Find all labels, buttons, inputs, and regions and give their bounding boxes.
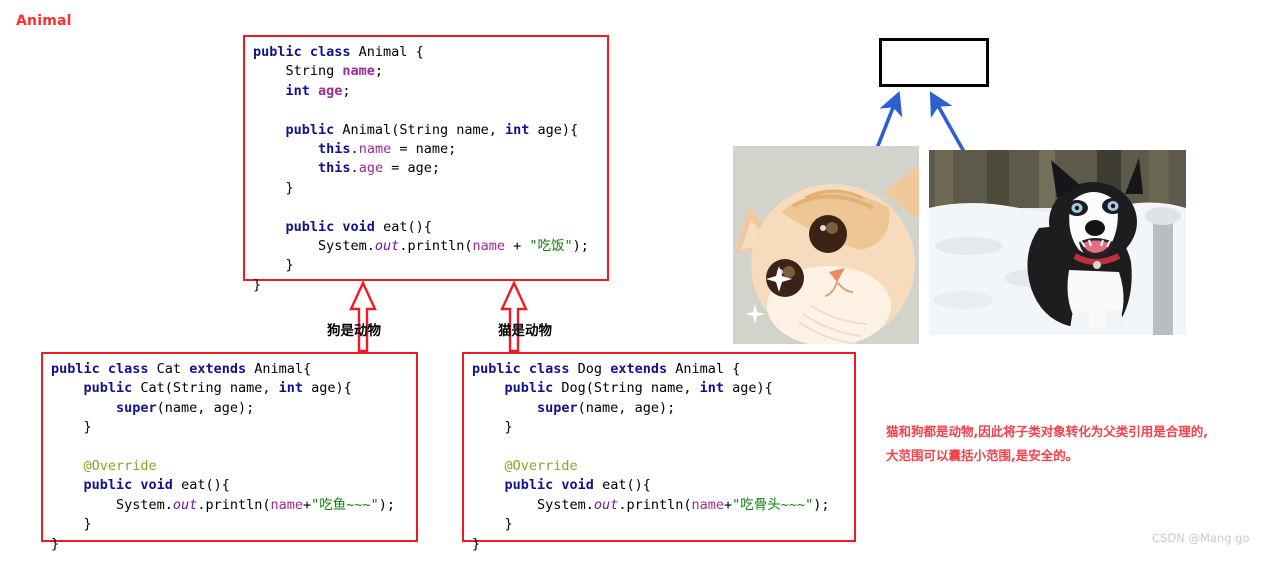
note-line-1: 猫和狗都是动物,因此将子类对象转化为父类引用是合理的, — [886, 424, 1208, 439]
note-line-2: 大范围可以囊括小范围,是安全的。 — [886, 448, 1079, 463]
dog-class-code: public class Dog extends Animal { public… — [472, 361, 830, 552]
cat-class-code-box: public class Cat extends Animal{ public … — [41, 352, 418, 552]
animal-parent-node-label: Animal — [16, 13, 72, 29]
inheritance-arrow-cat-icon — [500, 281, 528, 353]
cat-photo — [733, 146, 919, 344]
uml-label-dog-is-animal: 狗是动物 — [327, 323, 381, 339]
animal-class-code-box: public class Animal { String name; int a… — [243, 35, 609, 293]
dog-photo — [929, 150, 1186, 335]
dog-class-code-box: public class Dog extends Animal { public… — [462, 352, 856, 552]
animal-parent-node — [879, 38, 989, 87]
csdn-watermark: CSDN @Mang go — [1152, 531, 1250, 545]
inheritance-arrow-dog-icon — [349, 281, 377, 353]
note-text: 猫和狗都是动物,因此将子类对象转化为父类引用是合理的, 大范围可以囊括小范围,是… — [886, 420, 1258, 468]
animal-class-code: public class Animal { String name; int a… — [253, 44, 589, 293]
cat-class-code: public class Cat extends Animal{ public … — [51, 361, 396, 552]
uml-label-cat-is-animal: 猫是动物 — [498, 323, 552, 339]
slide-canvas: public class Animal { String name; int a… — [0, 0, 1266, 562]
